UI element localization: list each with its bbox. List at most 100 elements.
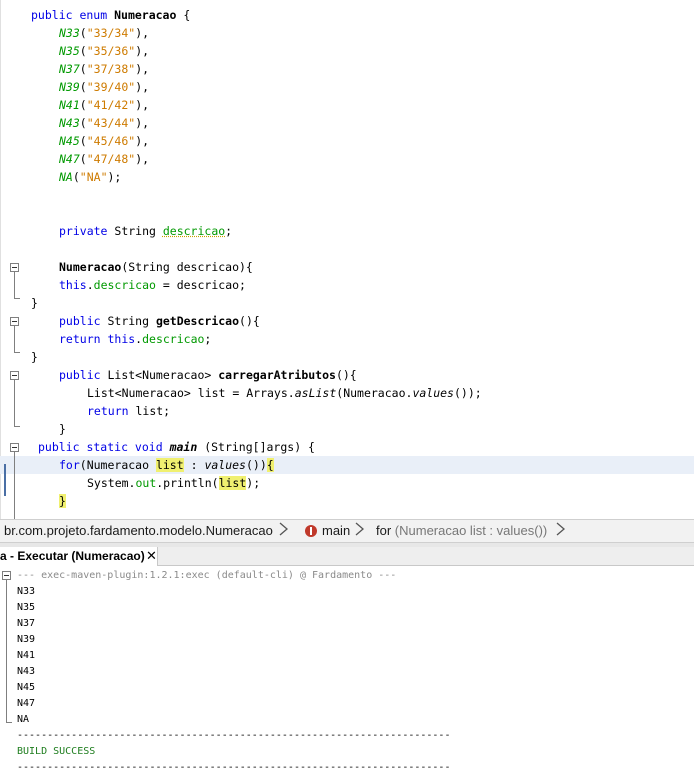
code-line[interactable]: N33("33/34"), (0, 24, 694, 42)
output-separator: ----------------------------------------… (17, 762, 451, 773)
code-token: out (135, 476, 157, 490)
code-token: . (86, 278, 94, 292)
tab-label: a - Executar (Numeracao) (0, 549, 145, 563)
fold-guide (14, 272, 15, 292)
breadcrumb-class[interactable]: br.com.projeto.fardamento.modelo.Numerac… (4, 523, 273, 538)
code-token: ), (135, 98, 150, 112)
code-token: List<Numeracao> (107, 368, 219, 382)
code-token: (Numeracao. (336, 386, 413, 400)
code-token: return (59, 332, 108, 346)
code-token: list; (135, 404, 171, 418)
breadcrumb-loop[interactable]: for (Numeracao list : values()) (376, 523, 547, 538)
code-token: values (204, 458, 246, 472)
output-tab-bar: a - Executar (Numeracao) ✕ (0, 547, 694, 566)
code-token: } (59, 422, 66, 436)
code-token: main (169, 440, 198, 454)
code-line[interactable]: } (0, 348, 694, 366)
method-icon (305, 525, 317, 537)
code-line[interactable]: private String descricao; (0, 222, 694, 240)
code-token: this (107, 332, 136, 346)
code-token: (){ (335, 368, 357, 382)
tab-output-executar[interactable]: a - Executar (Numeracao) ✕ (0, 547, 158, 566)
code-token: = descricao; (155, 278, 246, 292)
fold-guide (14, 380, 15, 420)
code-token: public enum (31, 8, 115, 22)
code-token: ( (79, 152, 87, 166)
code-line[interactable]: public List<Numeracao> carregarAtributos… (0, 366, 694, 384)
fold-end-marker (14, 292, 20, 299)
code-token: "43/44" (86, 116, 136, 130)
code-token: "37/38" (86, 62, 136, 76)
code-token: "39/40" (86, 80, 136, 94)
code-line[interactable]: N35("35/36"), (0, 42, 694, 60)
fold-main-icon[interactable] (10, 443, 19, 452)
output-line: N45 (17, 682, 36, 693)
code-line[interactable]: public static void main (String[]args) { (0, 438, 694, 456)
code-token: public (59, 314, 108, 328)
code-line[interactable]: this.descricao = descricao; (0, 276, 694, 294)
code-line[interactable]: return this.descricao; (0, 330, 694, 348)
code-line[interactable]: NA("NA"); (0, 168, 694, 186)
chevron-right-icon (556, 522, 565, 536)
code-editor[interactable]: public enum Numeracao {N33("33/34"), N35(… (0, 0, 694, 519)
code-line[interactable]: List<Numeracao> list = Arrays.asList(Num… (0, 384, 694, 402)
code-line[interactable]: } (0, 492, 694, 510)
code-line[interactable]: N47("47/48"), (0, 150, 694, 168)
code-line[interactable]: N43("43/44"), (0, 114, 694, 132)
code-token: "NA" (79, 170, 108, 184)
breadcrumb-method[interactable]: main (322, 523, 350, 538)
code-line[interactable]: public String getDescricao(){ (0, 312, 694, 330)
code-token: public static void (38, 440, 170, 454)
code-token: (String descricao){ (121, 260, 253, 274)
code-token: : (183, 458, 205, 472)
code-token: private (59, 224, 115, 238)
code-token: ()); (453, 386, 482, 400)
chevron-right-icon (279, 522, 288, 536)
code-token: ( (79, 80, 87, 94)
code-line[interactable]: N39("39/40"), (0, 78, 694, 96)
code-line[interactable] (0, 186, 694, 204)
code-line[interactable] (0, 204, 694, 222)
code-token: { (176, 8, 191, 22)
code-line[interactable]: System.out.println(list); (0, 474, 694, 492)
code-token: } (31, 296, 38, 310)
code-token: "41/42" (86, 98, 136, 112)
code-line[interactable]: } (0, 294, 694, 312)
code-token: "47/48" (86, 152, 136, 166)
chevron-right-icon (355, 522, 364, 536)
breadcrumb-loop-detail: (Numeracao list : values()) (394, 523, 548, 538)
code-token: descricao (142, 332, 205, 346)
code-token: list (155, 458, 184, 472)
fold-end-marker (14, 420, 20, 427)
code-line[interactable]: } (0, 420, 694, 438)
build-status: BUILD SUCCESS (17, 746, 96, 757)
output-console[interactable]: --- exec-maven-plugin:1.2.1:exec (defaul… (0, 566, 694, 776)
fold-output-icon[interactable] (2, 571, 11, 580)
code-line[interactable]: return list; (0, 402, 694, 420)
code-token: descricao (93, 278, 156, 292)
code-token: N45 (59, 134, 80, 148)
fold-constructor-icon[interactable] (10, 263, 19, 272)
code-token: (){ (239, 314, 260, 328)
output-separator: ----------------------------------------… (17, 730, 451, 741)
code-line[interactable]: Numeracao(String descricao){ (0, 258, 694, 276)
code-token: "45/46" (86, 134, 136, 148)
fold-method-icon[interactable] (10, 371, 19, 380)
code-line[interactable]: N37("37/38"), (0, 60, 694, 78)
code-token: descricao (162, 224, 226, 238)
code-line[interactable]: N45("45/46"), (0, 132, 694, 150)
code-token: Numeracao (114, 8, 177, 22)
code-token: String (107, 314, 156, 328)
fold-getter-icon[interactable] (10, 317, 19, 326)
code-token: List<Numeracao> list = Arrays. (87, 386, 295, 400)
code-line[interactable]: public enum Numeracao { (0, 6, 694, 24)
code-line[interactable]: N41("41/42"), (0, 96, 694, 114)
code-token: Numeracao (59, 260, 122, 274)
code-token: "33/34" (86, 26, 136, 40)
output-line: N39 (17, 634, 36, 645)
code-line[interactable]: for(Numeracao list : values()){ (0, 456, 694, 474)
code-line[interactable] (0, 240, 694, 258)
code-token: N41 (59, 98, 80, 112)
close-icon[interactable]: ✕ (146, 547, 157, 565)
breadcrumb: br.com.projeto.fardamento.modelo.Numerac… (0, 519, 694, 543)
